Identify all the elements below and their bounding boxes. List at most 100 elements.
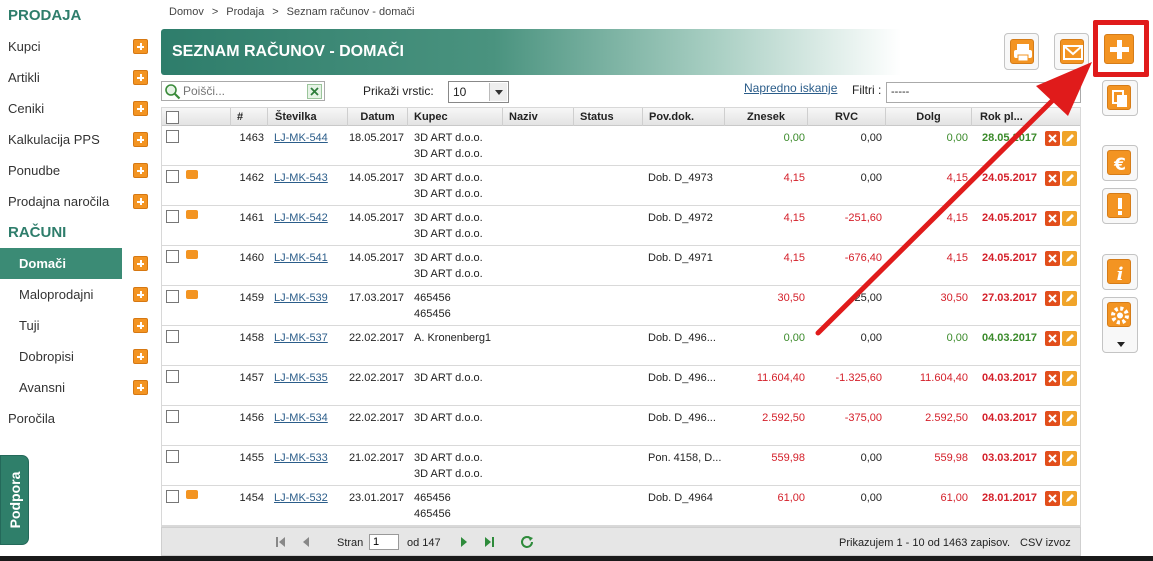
prev-page-icon[interactable] (300, 535, 312, 549)
last-page-icon[interactable] (483, 535, 495, 549)
table-row[interactable]: 1463 LJ-MK-544 18.05.2017 3D ART d.o.o. 3D A… (162, 126, 1080, 166)
rows-select[interactable]: 10 (448, 81, 509, 103)
add-dobropisi-icon[interactable] (133, 349, 148, 364)
table-row[interactable]: 1459 LJ-MK-539 17.03.2017 465456 465456 30,50… (162, 286, 1080, 326)
header-dolg[interactable]: Dolg (886, 108, 972, 126)
delete-icon[interactable] (1045, 411, 1060, 426)
sidebar-item-maloprodajni[interactable]: Maloprodajni (0, 279, 155, 310)
header-datum[interactable]: Datum (348, 108, 408, 126)
table-row[interactable]: 1457 LJ-MK-535 22.02.2017 3D ART d.o.o. Dob.… (162, 366, 1080, 406)
row-checkbox[interactable] (166, 330, 179, 343)
invoice-number-link[interactable]: LJ-MK-541 (274, 250, 328, 266)
invoice-number-link[interactable]: LJ-MK-534 (274, 410, 328, 426)
csv-export-link[interactable]: CSV izvoz (1020, 537, 1071, 549)
header-znesek[interactable]: Znesek (725, 108, 808, 126)
edit-icon[interactable] (1062, 251, 1077, 266)
advanced-search-link[interactable]: Napredno iskanje (744, 81, 837, 95)
sidebar-item-porocila[interactable]: Poročila (0, 403, 155, 434)
delete-icon[interactable] (1045, 251, 1060, 266)
sidebar-item-narocila[interactable]: Prodajna naročila (0, 186, 155, 217)
delete-icon[interactable] (1045, 171, 1060, 186)
sidebar-item-domaci[interactable]: Domači (0, 248, 148, 279)
clear-search-icon[interactable] (307, 84, 322, 99)
delete-icon[interactable] (1045, 131, 1060, 146)
edit-icon[interactable] (1062, 291, 1077, 306)
row-checkbox[interactable] (166, 450, 179, 463)
add-ceniki-icon[interactable] (133, 101, 148, 116)
header-naziv[interactable]: Naziv (503, 108, 574, 126)
add-avansni-icon[interactable] (133, 380, 148, 395)
add-narocila-icon[interactable] (133, 194, 148, 209)
table-row[interactable]: 1454 LJ-MK-532 23.01.2017 465456 465456 Dob. … (162, 486, 1080, 526)
row-checkbox[interactable] (166, 490, 179, 503)
warning-button[interactable] (1102, 188, 1138, 224)
invoice-number-link[interactable]: LJ-MK-535 (274, 370, 328, 386)
row-checkbox[interactable] (166, 210, 179, 223)
edit-icon[interactable] (1062, 171, 1077, 186)
delete-icon[interactable] (1045, 371, 1060, 386)
invoice-number-link[interactable]: LJ-MK-542 (274, 210, 328, 226)
header-id[interactable]: # (231, 108, 268, 126)
sidebar-item-artikli[interactable]: Artikli (0, 62, 155, 93)
copy-button[interactable] (1102, 80, 1138, 116)
filters-select[interactable]: ----- (886, 82, 1081, 103)
header-rvc[interactable]: RVC (808, 108, 886, 126)
delete-icon[interactable] (1045, 291, 1060, 306)
search-input[interactable] (183, 83, 301, 99)
header-povdok[interactable]: Pov.dok. (643, 108, 725, 126)
invoice-number-link[interactable]: LJ-MK-544 (274, 130, 328, 146)
breadcrumb-prodaja[interactable]: Prodaja (226, 6, 264, 18)
header-rok[interactable]: Rok pl... (972, 108, 1080, 126)
next-page-icon[interactable] (458, 535, 470, 549)
add-maloprodajni-icon[interactable] (133, 287, 148, 302)
email-button[interactable] (1054, 33, 1089, 70)
breadcrumb-home[interactable]: Domov (169, 6, 204, 18)
edit-icon[interactable] (1062, 491, 1077, 506)
row-checkbox[interactable] (166, 290, 179, 303)
settings-button[interactable] (1102, 297, 1138, 353)
sidebar-item-kalkulacija[interactable]: Kalkulacija PPS (0, 124, 155, 155)
table-row[interactable]: 1455 LJ-MK-533 21.02.2017 3D ART d.o.o. 3D A… (162, 446, 1080, 486)
delete-icon[interactable] (1045, 491, 1060, 506)
table-row[interactable]: 1462 LJ-MK-543 14.05.2017 3D ART d.o.o. 3D A… (162, 166, 1080, 206)
delete-icon[interactable] (1045, 451, 1060, 466)
edit-icon[interactable] (1062, 331, 1077, 346)
search-field[interactable] (161, 81, 325, 101)
header-kupec[interactable]: Kupec (408, 108, 503, 126)
row-checkbox[interactable] (166, 130, 179, 143)
edit-icon[interactable] (1062, 131, 1077, 146)
edit-icon[interactable] (1062, 451, 1077, 466)
invoice-number-link[interactable]: LJ-MK-532 (274, 490, 328, 506)
select-all-checkbox[interactable] (166, 111, 179, 124)
add-tuji-icon[interactable] (133, 318, 148, 333)
table-row[interactable]: 1458 LJ-MK-537 22.02.2017 A. Kronenberg1 Dob… (162, 326, 1080, 366)
add-kalkulacija-icon[interactable] (133, 132, 148, 147)
sidebar-item-avansni[interactable]: Avansni (0, 372, 155, 403)
sidebar-item-ceniki[interactable]: Ceniki (0, 93, 155, 124)
header-status[interactable]: Status (574, 108, 643, 126)
row-checkbox[interactable] (166, 370, 179, 383)
edit-icon[interactable] (1062, 411, 1077, 426)
payment-button[interactable]: € (1102, 145, 1138, 181)
add-kupci-icon[interactable] (133, 39, 148, 54)
header-stevilka[interactable]: Številka (268, 108, 348, 126)
edit-icon[interactable] (1062, 211, 1077, 226)
refresh-icon[interactable] (519, 535, 535, 549)
sidebar-item-dobropisi[interactable]: Dobropisi (0, 341, 155, 372)
row-checkbox[interactable] (166, 410, 179, 423)
support-tab[interactable]: Podpora (0, 455, 29, 545)
info-button[interactable]: i (1102, 254, 1138, 290)
invoice-number-link[interactable]: LJ-MK-543 (274, 170, 328, 186)
table-row[interactable]: 1460 LJ-MK-541 14.05.2017 3D ART d.o.o. 3D A… (162, 246, 1080, 286)
invoice-number-link[interactable]: LJ-MK-537 (274, 330, 328, 346)
chevron-down-icon[interactable] (489, 83, 507, 101)
sidebar-item-ponudbe[interactable]: Ponudbe (0, 155, 155, 186)
invoice-number-link[interactable]: LJ-MK-539 (274, 290, 328, 306)
row-checkbox[interactable] (166, 170, 179, 183)
page-input[interactable] (369, 534, 399, 550)
table-row[interactable]: 1461 LJ-MK-542 14.05.2017 3D ART d.o.o. 3D A… (162, 206, 1080, 246)
edit-icon[interactable] (1062, 371, 1077, 386)
sidebar-item-kupci[interactable]: Kupci (0, 31, 155, 62)
add-domaci-icon[interactable] (133, 256, 148, 271)
first-page-icon[interactable] (275, 535, 287, 549)
